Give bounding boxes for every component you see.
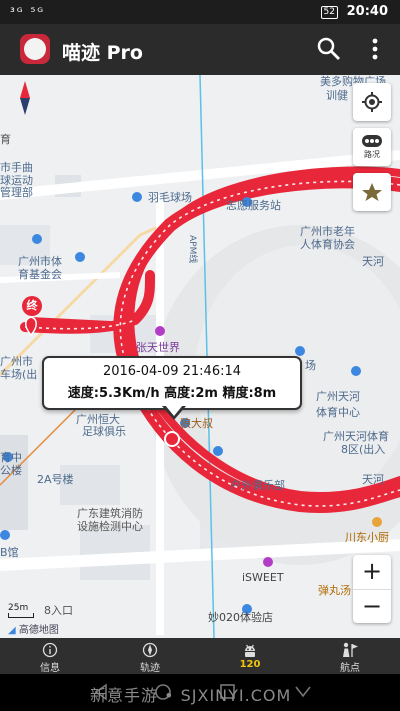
map-label: 天河 [362,255,384,268]
favorites-button[interactable] [353,173,391,211]
waypoint-icon [343,642,358,657]
map-view[interactable]: 美多购物广场 训健 育 市手曲 球运动 管理部 羽毛球场 志愿服务站 广州市老年… [0,75,400,638]
scale-bar-line [8,613,34,618]
map-label: 育中 [0,451,22,464]
status-bar: ³ᴳ ⁵ᴳ 52 20:40 [0,0,400,24]
map-label: 志愿服务站 [226,199,281,212]
point-datetime: 2016-04-09 21:46:14 [102,364,242,379]
map-label: 广州天河体育 [323,430,389,443]
traffic-icon [362,135,382,147]
app-logo-icon [20,34,50,64]
end-marker-label: 终 [26,299,38,312]
map-label: B馆 [0,546,19,559]
tab-120[interactable]: 120 [200,638,300,674]
map-label: 育 [0,133,11,146]
map-label: 广州市体 [18,255,62,268]
map-label: 广州天河 [316,390,360,403]
map-label: 8区(出入 [341,443,386,456]
zoom-in-button[interactable]: + [353,555,391,589]
map-label: 天河 [362,473,384,486]
search-icon[interactable] [316,36,342,62]
map-label: 2A号楼 [37,473,74,486]
map-label: APM线 [187,235,197,264]
traffic-button[interactable]: 路况 [353,128,391,166]
map-label: 训健 [326,89,348,102]
star-icon [362,183,382,201]
map-label: 体育中心 [316,406,360,419]
map-label: 广州市 [0,355,33,368]
bubble-tail-inner [165,405,183,416]
scale-label: 25m [8,603,29,613]
tab-info[interactable]: 信息 [0,638,100,674]
battery-indicator: 52 [320,6,338,19]
tab-waypoint[interactable]: 航点 [300,638,400,674]
amap-logo-icon: ◢ [8,625,16,636]
watermark: 新意手游 • SJXINYI.COM [90,686,292,705]
map-label: 川东小厨 [345,531,389,544]
map-label: 广州恒大 [76,413,120,426]
more-options-icon[interactable] [364,36,386,62]
map-label: 足球俱乐 [82,425,126,438]
map-attribution: ◢ 高德地图 [8,621,59,636]
zoom-controls: + − [353,555,391,623]
app-title: 喵迹 Pro [62,42,143,64]
locate-button[interactable] [353,83,391,121]
tab-waypoint-label: 航点 [340,663,360,674]
app-toolbar: 喵迹 Pro [0,24,400,75]
map-label: 户外俱乐部 [230,479,285,492]
compass-icon[interactable] [16,81,34,115]
end-marker[interactable]: 终 [22,296,42,316]
attribution-label: 高德地图 [18,625,59,636]
map-label: 羽毛球场 [148,191,192,204]
map-label: 育基金会 [18,268,62,281]
map-label: 张天世界 [136,341,180,354]
map-label: 人体育协会 [300,238,355,251]
info-icon [42,642,58,658]
map-label: 市手曲 [0,161,33,174]
map-label: 妙020体验店 [208,611,273,624]
map-label: 车场(出 [0,368,38,381]
system-navigation-bar: 新意手游 • SJXINYI.COM [0,674,400,711]
map-label: 设施检测中心 [77,520,143,533]
track-point-info-bubble: 2016-04-09 21:46:14 速度:5.3Km/h 高度:2m 精度:… [42,356,302,420]
scale-bar: 25m [8,603,34,618]
signal-indicator: ³ᴳ ⁵ᴳ [10,5,46,19]
hide-nav-icon [295,686,311,698]
map-label: 弹丸汤 [318,584,351,597]
zoom-out-button[interactable]: − [353,590,391,624]
map-label: 8入口 [44,604,73,617]
map-label: 广东建筑消防 [77,507,143,520]
traffic-label: 路况 [364,150,380,159]
tab-track[interactable]: 轨迹 [100,638,200,674]
map-label: 广州市老年 [300,225,355,238]
clock: 20:40 [346,4,388,19]
tab-120-label: 120 [239,659,261,670]
map-label: 公楼 [0,464,22,477]
map-label: 场 [305,359,316,372]
android-icon [245,644,255,657]
point-details: 速度:5.3Km/h 高度:2m 精度:8m [67,386,277,401]
current-point-icon [164,431,180,447]
compass-track-icon [142,642,158,658]
locate-icon [362,92,382,112]
tab-track-label: 轨迹 [140,663,160,674]
tab-info-label: 信息 [40,663,60,674]
bottom-tab-bar: 信息 轨迹 120 航点 [0,638,400,674]
map-label: iSWEET [242,571,284,584]
map-label: 管理部 [0,186,33,199]
